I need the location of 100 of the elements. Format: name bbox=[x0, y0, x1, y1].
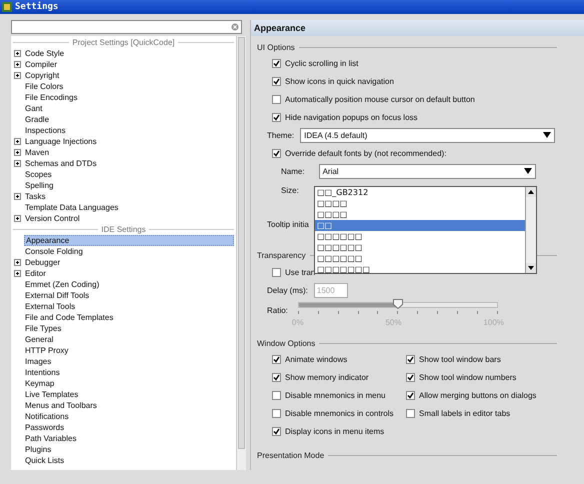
checkbox[interactable] bbox=[272, 112, 281, 122]
tree-item[interactable]: Keymap bbox=[24, 378, 56, 389]
list-item[interactable]: □□□□□□ bbox=[315, 231, 525, 242]
checkbox[interactable] bbox=[272, 354, 281, 364]
tree-item[interactable]: Tasks bbox=[24, 191, 46, 202]
checkbox[interactable] bbox=[272, 76, 281, 86]
tree-item[interactable]: HTTP Proxy bbox=[24, 345, 70, 356]
tree-item[interactable]: Gant bbox=[24, 103, 44, 114]
tree-item[interactable]: Emmet (Zen Coding) bbox=[24, 279, 100, 290]
tree-item[interactable]: Inspections bbox=[24, 125, 66, 136]
tree-item[interactable]: General bbox=[24, 334, 54, 345]
expand-icon[interactable] bbox=[14, 193, 21, 200]
checkbox[interactable] bbox=[272, 426, 281, 436]
tree-item[interactable]: Spelling bbox=[24, 180, 54, 191]
scroll-up-icon[interactable] bbox=[526, 187, 536, 197]
checkbox-label: Disable mnemonics in controls bbox=[285, 408, 394, 418]
tree-item[interactable]: Copyright bbox=[24, 70, 60, 81]
tree-item[interactable]: Maven bbox=[24, 147, 50, 158]
tree-item[interactable]: Images bbox=[24, 356, 52, 367]
tree-item[interactable]: File Colors bbox=[24, 81, 64, 92]
checkbox[interactable] bbox=[406, 354, 415, 364]
tree-item[interactable]: Code Style bbox=[24, 48, 66, 59]
tree-item[interactable]: Language Injections bbox=[24, 136, 98, 147]
list-item[interactable]: □□□□□□ bbox=[315, 242, 525, 253]
expand-icon[interactable] bbox=[14, 50, 21, 57]
checkbox[interactable] bbox=[272, 408, 281, 418]
tree-item[interactable]: Editor bbox=[24, 268, 47, 279]
checkbox-label: Disable mnemonics in menu bbox=[285, 390, 386, 400]
tree-item[interactable]: Path Variables bbox=[24, 433, 78, 444]
tree-item[interactable]: Appearance bbox=[24, 235, 234, 246]
expand-icon[interactable] bbox=[14, 160, 21, 167]
tree-item[interactable]: Menus and Toolbars bbox=[24, 400, 98, 411]
tree-item[interactable]: Version Control bbox=[24, 213, 81, 224]
expand-icon[interactable] bbox=[14, 270, 21, 277]
tree-item[interactable]: External Diff Tools bbox=[24, 290, 90, 301]
tree-item[interactable]: Plugins bbox=[24, 444, 52, 455]
field-label: Name: bbox=[281, 166, 305, 176]
checkbox-label: Show icons in quick navigation bbox=[285, 76, 394, 86]
clear-icon[interactable] bbox=[231, 23, 239, 31]
checkbox[interactable] bbox=[272, 58, 281, 68]
slider-track[interactable] bbox=[298, 302, 498, 308]
tree-item[interactable]: Scopes bbox=[24, 169, 53, 180]
tree-item[interactable]: File and Code Templates bbox=[24, 312, 114, 323]
checkbox-label: Cyclic scrolling in list bbox=[285, 58, 358, 68]
checkbox[interactable] bbox=[406, 372, 415, 382]
tree-item[interactable]: Quick Lists bbox=[24, 455, 66, 466]
checkbox-label: Animate windows bbox=[285, 354, 348, 364]
checkbox-label: Small labels in editor tabs bbox=[419, 408, 510, 418]
list-item[interactable]: □□_GB2312 bbox=[315, 187, 525, 198]
checkbox[interactable] bbox=[406, 408, 415, 418]
list-item[interactable]: □□□□□□ bbox=[315, 253, 525, 264]
scroll-down-icon[interactable] bbox=[526, 263, 536, 273]
tree-item[interactable]: Compiler bbox=[24, 59, 58, 70]
list-item[interactable]: □□□□□□□ bbox=[315, 264, 525, 275]
tree-item[interactable]: Debugger bbox=[24, 257, 62, 268]
scrollbar[interactable] bbox=[236, 36, 246, 470]
theme-dropdown[interactable]: IDEA (4.5 default) bbox=[300, 128, 555, 142]
tree-item[interactable]: External Tools bbox=[24, 301, 76, 312]
checkbox[interactable] bbox=[272, 94, 281, 104]
tree-item[interactable]: Schemas and DTDs bbox=[24, 158, 98, 169]
expand-icon[interactable] bbox=[14, 259, 21, 266]
checkbox-label: Override default fonts by (not recommended): bbox=[285, 148, 446, 158]
search-field[interactable] bbox=[11, 20, 242, 34]
checkbox[interactable] bbox=[406, 390, 415, 400]
checkbox[interactable] bbox=[272, 390, 281, 400]
list-item[interactable]: □□□□ bbox=[315, 209, 525, 220]
caret-icon bbox=[543, 132, 551, 138]
list-item[interactable]: □□ bbox=[315, 220, 525, 231]
tree-item[interactable]: Notifications bbox=[24, 411, 70, 422]
expand-icon[interactable] bbox=[14, 138, 21, 145]
checkbox-label: Show tool window bars bbox=[419, 354, 501, 364]
field-label: Tooltip initia bbox=[267, 220, 309, 228]
tree-item[interactable]: Passwords bbox=[24, 422, 66, 433]
tree-item[interactable]: Live Templates bbox=[24, 389, 80, 400]
group-heading: UI Options bbox=[257, 42, 295, 52]
font-name-dropdown[interactable]: Arial bbox=[318, 164, 536, 178]
list-item[interactable]: □□□□ bbox=[315, 198, 525, 209]
font-list[interactable]: □□_GB2312 □□□□ □□□□ □□ □□□□□□ □□□□□□ □□□□□□ □□□□□□□ bbox=[314, 186, 537, 274]
tree-item[interactable]: Template Data Languages bbox=[24, 202, 120, 213]
field-label: Size: bbox=[281, 186, 299, 194]
tree-item[interactable]: Gradle bbox=[24, 114, 50, 125]
tree-item[interactable]: File Encodings bbox=[24, 92, 78, 103]
tree-item[interactable]: File Types bbox=[24, 323, 62, 334]
checkbox-label: Show tool window numbers bbox=[419, 372, 516, 382]
expand-icon[interactable] bbox=[14, 72, 21, 79]
tree-item[interactable]: Console Folding bbox=[24, 246, 84, 257]
checkbox-label: Display icons in menu items bbox=[285, 426, 384, 436]
checkbox[interactable] bbox=[272, 268, 281, 276]
expand-icon[interactable] bbox=[14, 149, 21, 156]
tree-item[interactable]: Intentions bbox=[24, 367, 61, 378]
field-label: Ratio: bbox=[267, 305, 288, 317]
checkbox-label: Allow merging buttons on dialogs bbox=[419, 390, 536, 400]
checkbox[interactable] bbox=[272, 148, 281, 158]
checkbox[interactable] bbox=[272, 372, 281, 382]
section-heading: IDE Settings bbox=[101, 224, 146, 235]
expand-icon[interactable] bbox=[14, 215, 21, 222]
slider-thumb[interactable] bbox=[392, 299, 403, 309]
group-heading: Window Options bbox=[257, 338, 316, 348]
caret-icon bbox=[524, 168, 532, 174]
expand-icon[interactable] bbox=[14, 61, 21, 68]
